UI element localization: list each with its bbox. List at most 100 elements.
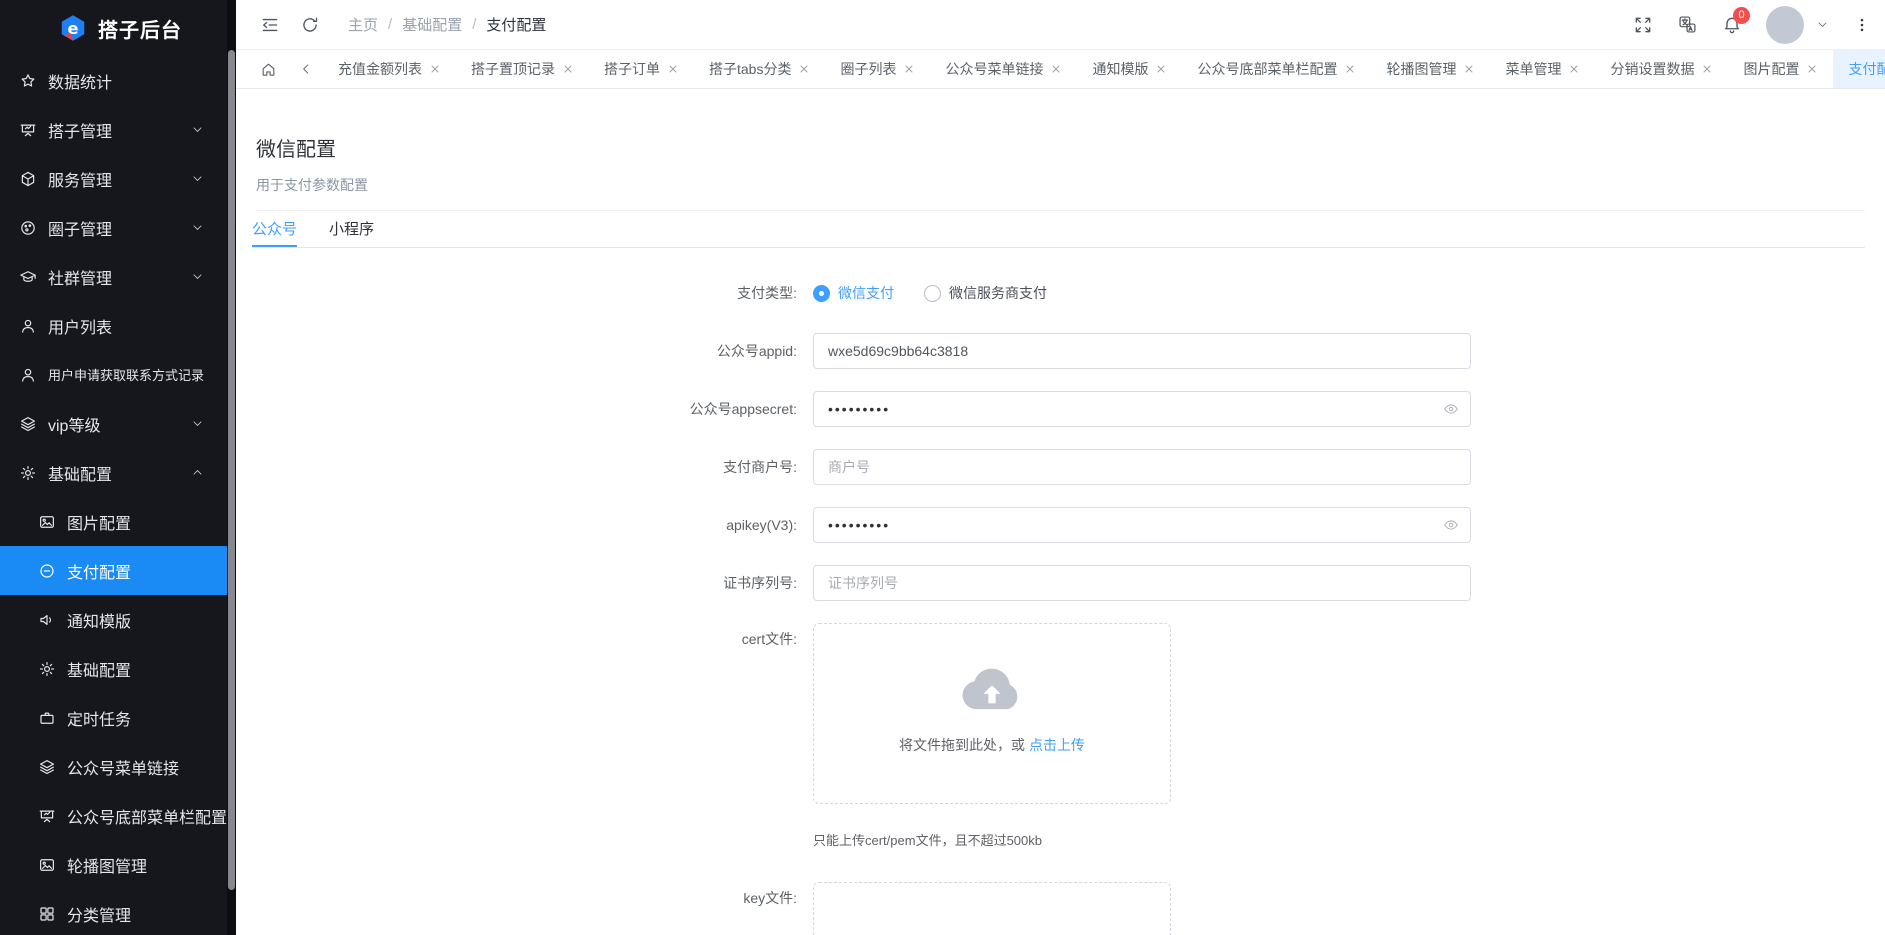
sidebar-scrollbar[interactable]: [227, 0, 236, 935]
topbar-actions: 0: [1633, 6, 1871, 44]
sidebar-item-label: 用户列表: [48, 314, 112, 338]
close-icon[interactable]: [562, 63, 574, 75]
eye-icon[interactable]: [1443, 401, 1459, 417]
sidebar-item-label: 图片配置: [67, 510, 131, 534]
collapse-sidebar-icon[interactable]: [260, 15, 280, 35]
close-icon[interactable]: [667, 63, 679, 75]
tab-circle-list[interactable]: 圈子列表: [825, 50, 930, 88]
serial-input[interactable]: [813, 565, 1471, 601]
close-icon[interactable]: [1463, 63, 1475, 75]
cube-icon: [19, 170, 37, 188]
picture-icon: [38, 856, 56, 874]
key-upload-dropzone[interactable]: [813, 882, 1171, 935]
tab-official-menu-links[interactable]: 公众号菜单链接: [930, 50, 1077, 88]
sidebar-item-image-config[interactable]: 图片配置: [0, 497, 228, 546]
tab-dazi-pin-records[interactable]: 搭子置顶记录: [456, 50, 589, 88]
close-icon[interactable]: [1568, 63, 1580, 75]
sidebar-item-category-management[interactable]: 分类管理: [0, 889, 228, 935]
sidebar-item-carousel-management[interactable]: 轮播图管理: [0, 840, 228, 889]
tab-notification-template[interactable]: 通知模版: [1077, 50, 1182, 88]
apikey-label: apikey(V3):: [236, 517, 797, 533]
close-icon[interactable]: [798, 63, 810, 75]
pay-type-label: 支付类型:: [236, 283, 797, 303]
radio-wechat-service-provider-pay[interactable]: 微信服务商支付: [924, 283, 1047, 303]
notifications-button[interactable]: 0: [1722, 15, 1742, 35]
close-icon[interactable]: [1344, 63, 1356, 75]
home-tab-icon[interactable]: [260, 61, 277, 78]
open-tabs: 充值金额列表 搭子置顶记录 搭子订单 搭子tabs分类 圈子列表 公众号菜单链接…: [323, 50, 1885, 88]
form-row-appsecret: 公众号appsecret:: [236, 380, 1885, 438]
fullscreen-icon[interactable]: [1633, 15, 1653, 35]
chevron-down-icon: [191, 172, 204, 185]
sidebar-item-community-management[interactable]: 社群管理: [0, 252, 228, 301]
minus-circle-icon: [38, 562, 56, 580]
user-icon: [19, 366, 37, 384]
sidebar-menu: 数据统计 搭子管理 服务管理 圈子管理 社群管理: [0, 56, 228, 935]
translate-icon[interactable]: [1677, 14, 1698, 35]
chevron-down-icon: [191, 417, 204, 430]
tab-official-bottom-menu-config[interactable]: 公众号底部菜单栏配置: [1182, 50, 1371, 88]
kebab-menu-icon[interactable]: [1853, 16, 1871, 34]
layers-icon: [19, 415, 37, 433]
eye-icon[interactable]: [1443, 517, 1459, 533]
cert-upload-dropzone[interactable]: 将文件拖到此处，或 点击上传: [813, 623, 1171, 804]
breadcrumb-basic-config[interactable]: 基础配置: [402, 14, 462, 35]
sidebar-item-user-list[interactable]: 用户列表: [0, 301, 228, 350]
sidebar-item-label: 轮播图管理: [67, 853, 147, 877]
cert-drop-text: 将文件拖到此处，或 点击上传: [899, 735, 1085, 755]
tab-carousel-management[interactable]: 轮播图管理: [1371, 50, 1490, 88]
tab-payment-config[interactable]: 支付配置: [1833, 50, 1885, 88]
close-icon[interactable]: [429, 63, 441, 75]
tab-distribution-settings-data[interactable]: 分销设置数据: [1595, 50, 1728, 88]
tab-dazi-orders[interactable]: 搭子订单: [589, 50, 694, 88]
appid-input[interactable]: [813, 333, 1471, 369]
sidebar-item-label: 社群管理: [48, 265, 112, 289]
sidebar-item-dazi-management[interactable]: 搭子管理: [0, 105, 228, 154]
close-icon[interactable]: [903, 63, 915, 75]
sidebar-item-official-bottom-menu-config[interactable]: 公众号底部菜单栏配置: [0, 791, 228, 840]
tab-mini-program[interactable]: 小程序: [329, 211, 374, 247]
tab-dazi-tabs-category[interactable]: 搭子tabs分类: [694, 50, 825, 88]
chevron-down-icon[interactable]: [1816, 18, 1829, 31]
close-icon[interactable]: [1155, 63, 1167, 75]
tab-menu-management[interactable]: 菜单管理: [1490, 50, 1595, 88]
sidebar-item-basic-config-group[interactable]: 基础配置: [0, 448, 228, 497]
sidebar-item-scheduled-tasks[interactable]: 定时任务: [0, 693, 228, 742]
radio-wechat-pay[interactable]: 微信支付: [813, 283, 894, 303]
refresh-icon[interactable]: [300, 15, 320, 35]
picture-icon: [38, 513, 56, 531]
sidebar-item-service-management[interactable]: 服务管理: [0, 154, 228, 203]
cert-upload-link[interactable]: 点击上传: [1029, 737, 1085, 753]
tab-official-account[interactable]: 公众号: [252, 211, 297, 247]
merchant-input[interactable]: [813, 449, 1471, 485]
sidebar-item-payment-config[interactable]: 支付配置: [0, 546, 228, 595]
close-icon[interactable]: [1806, 63, 1818, 75]
tab-recharge-amount-list[interactable]: 充值金额列表: [323, 50, 456, 88]
appsecret-input[interactable]: [813, 391, 1471, 427]
sidebar-item-data-stats[interactable]: 数据统计: [0, 56, 228, 105]
scroll-tabs-left-icon[interactable]: [299, 62, 313, 76]
logo[interactable]: e 搭子后台: [0, 0, 236, 56]
close-icon[interactable]: [1701, 63, 1713, 75]
close-icon[interactable]: [1050, 63, 1062, 75]
sidebar-item-contact-request-records[interactable]: 用户申请获取联系方式记录: [0, 350, 228, 399]
radio-dot: [924, 285, 941, 302]
sidebar-item-official-menu-links[interactable]: 公众号菜单链接: [0, 742, 228, 791]
page-header: 微信配置 用于支付参数配置: [236, 89, 1885, 195]
sidebar-item-circle-management[interactable]: 圈子管理: [0, 203, 228, 252]
page-subtitle: 用于支付参数配置: [256, 175, 1865, 195]
apikey-input[interactable]: [813, 507, 1471, 543]
sidebar-scrollbar-thumb[interactable]: [228, 50, 235, 890]
breadcrumb-separator: /: [472, 16, 476, 33]
sidebar-item-basic-config[interactable]: 基础配置: [0, 644, 228, 693]
avatar[interactable]: [1766, 6, 1804, 44]
sidebar-item-label: vip等级: [48, 412, 100, 436]
board-icon: [19, 121, 37, 139]
svg-text:e: e: [67, 19, 78, 38]
sidebar-item-vip-level[interactable]: vip等级: [0, 399, 228, 448]
tab-image-config[interactable]: 图片配置: [1728, 50, 1833, 88]
sidebar-item-notification-template[interactable]: 通知模版: [0, 595, 228, 644]
radio-dot: [813, 285, 830, 302]
breadcrumb-home[interactable]: 主页: [348, 14, 378, 35]
form-row-serial: 证书序列号:: [236, 554, 1885, 612]
